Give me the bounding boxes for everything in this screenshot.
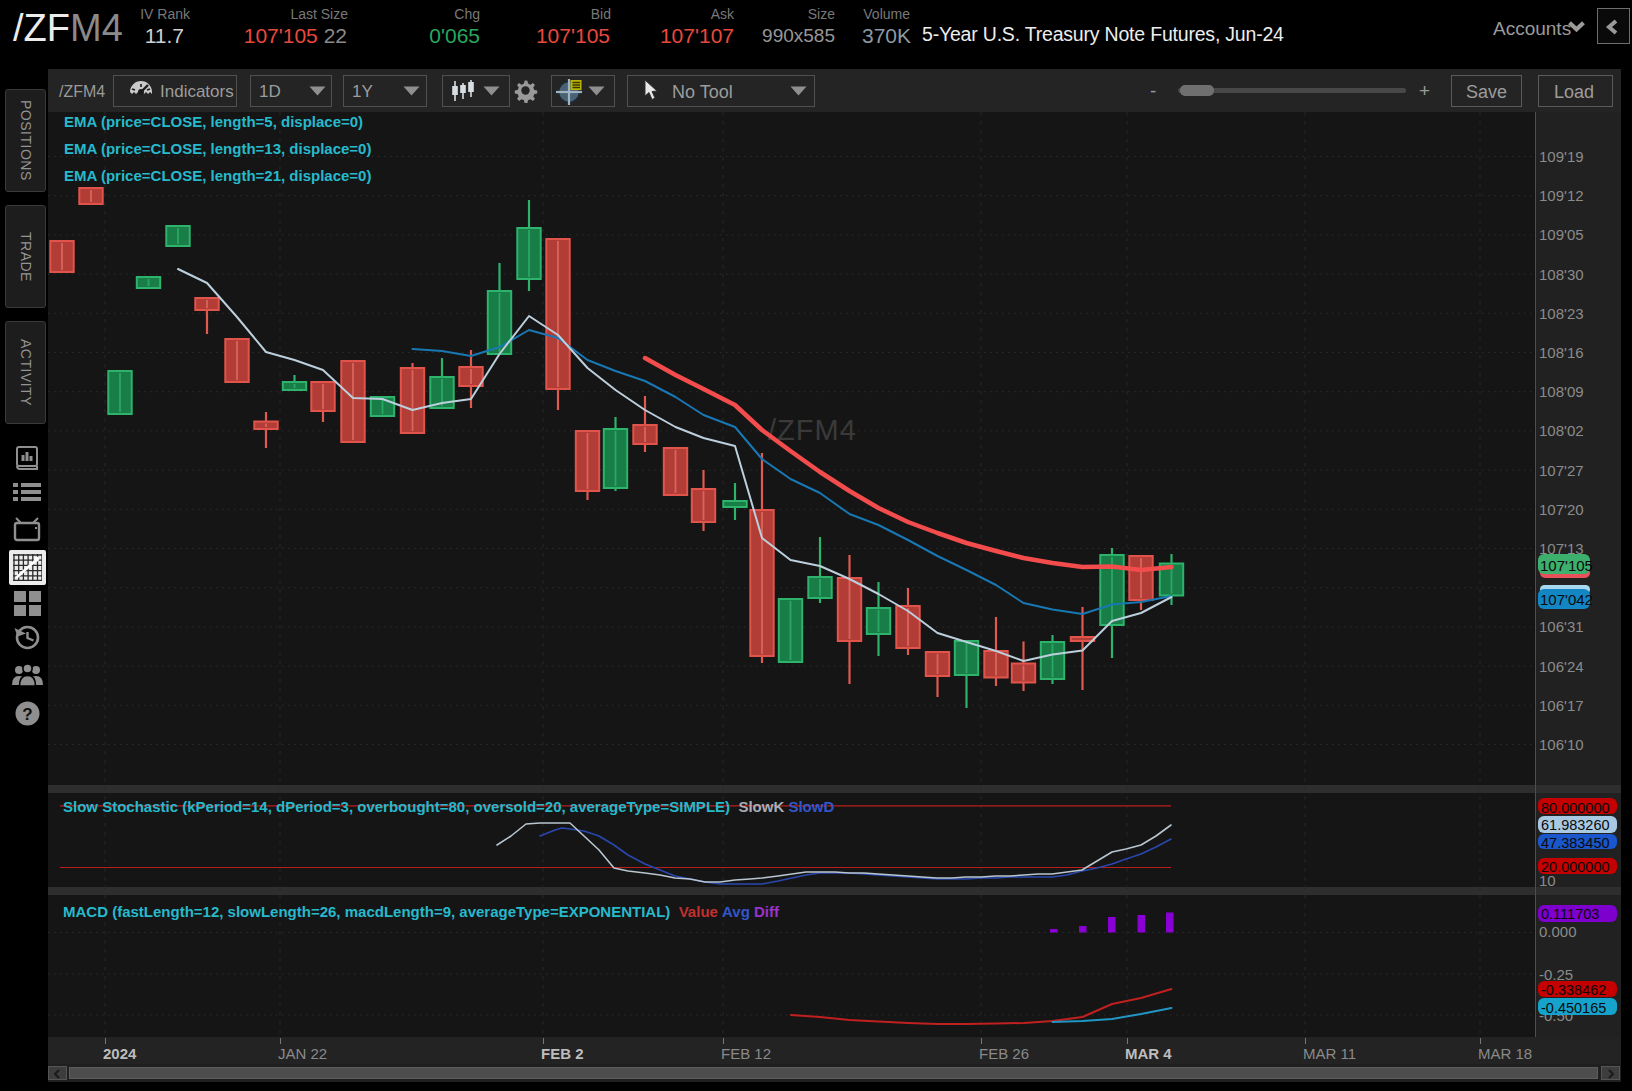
svg-text:/ZFM4: /ZFM4 xyxy=(768,414,857,446)
